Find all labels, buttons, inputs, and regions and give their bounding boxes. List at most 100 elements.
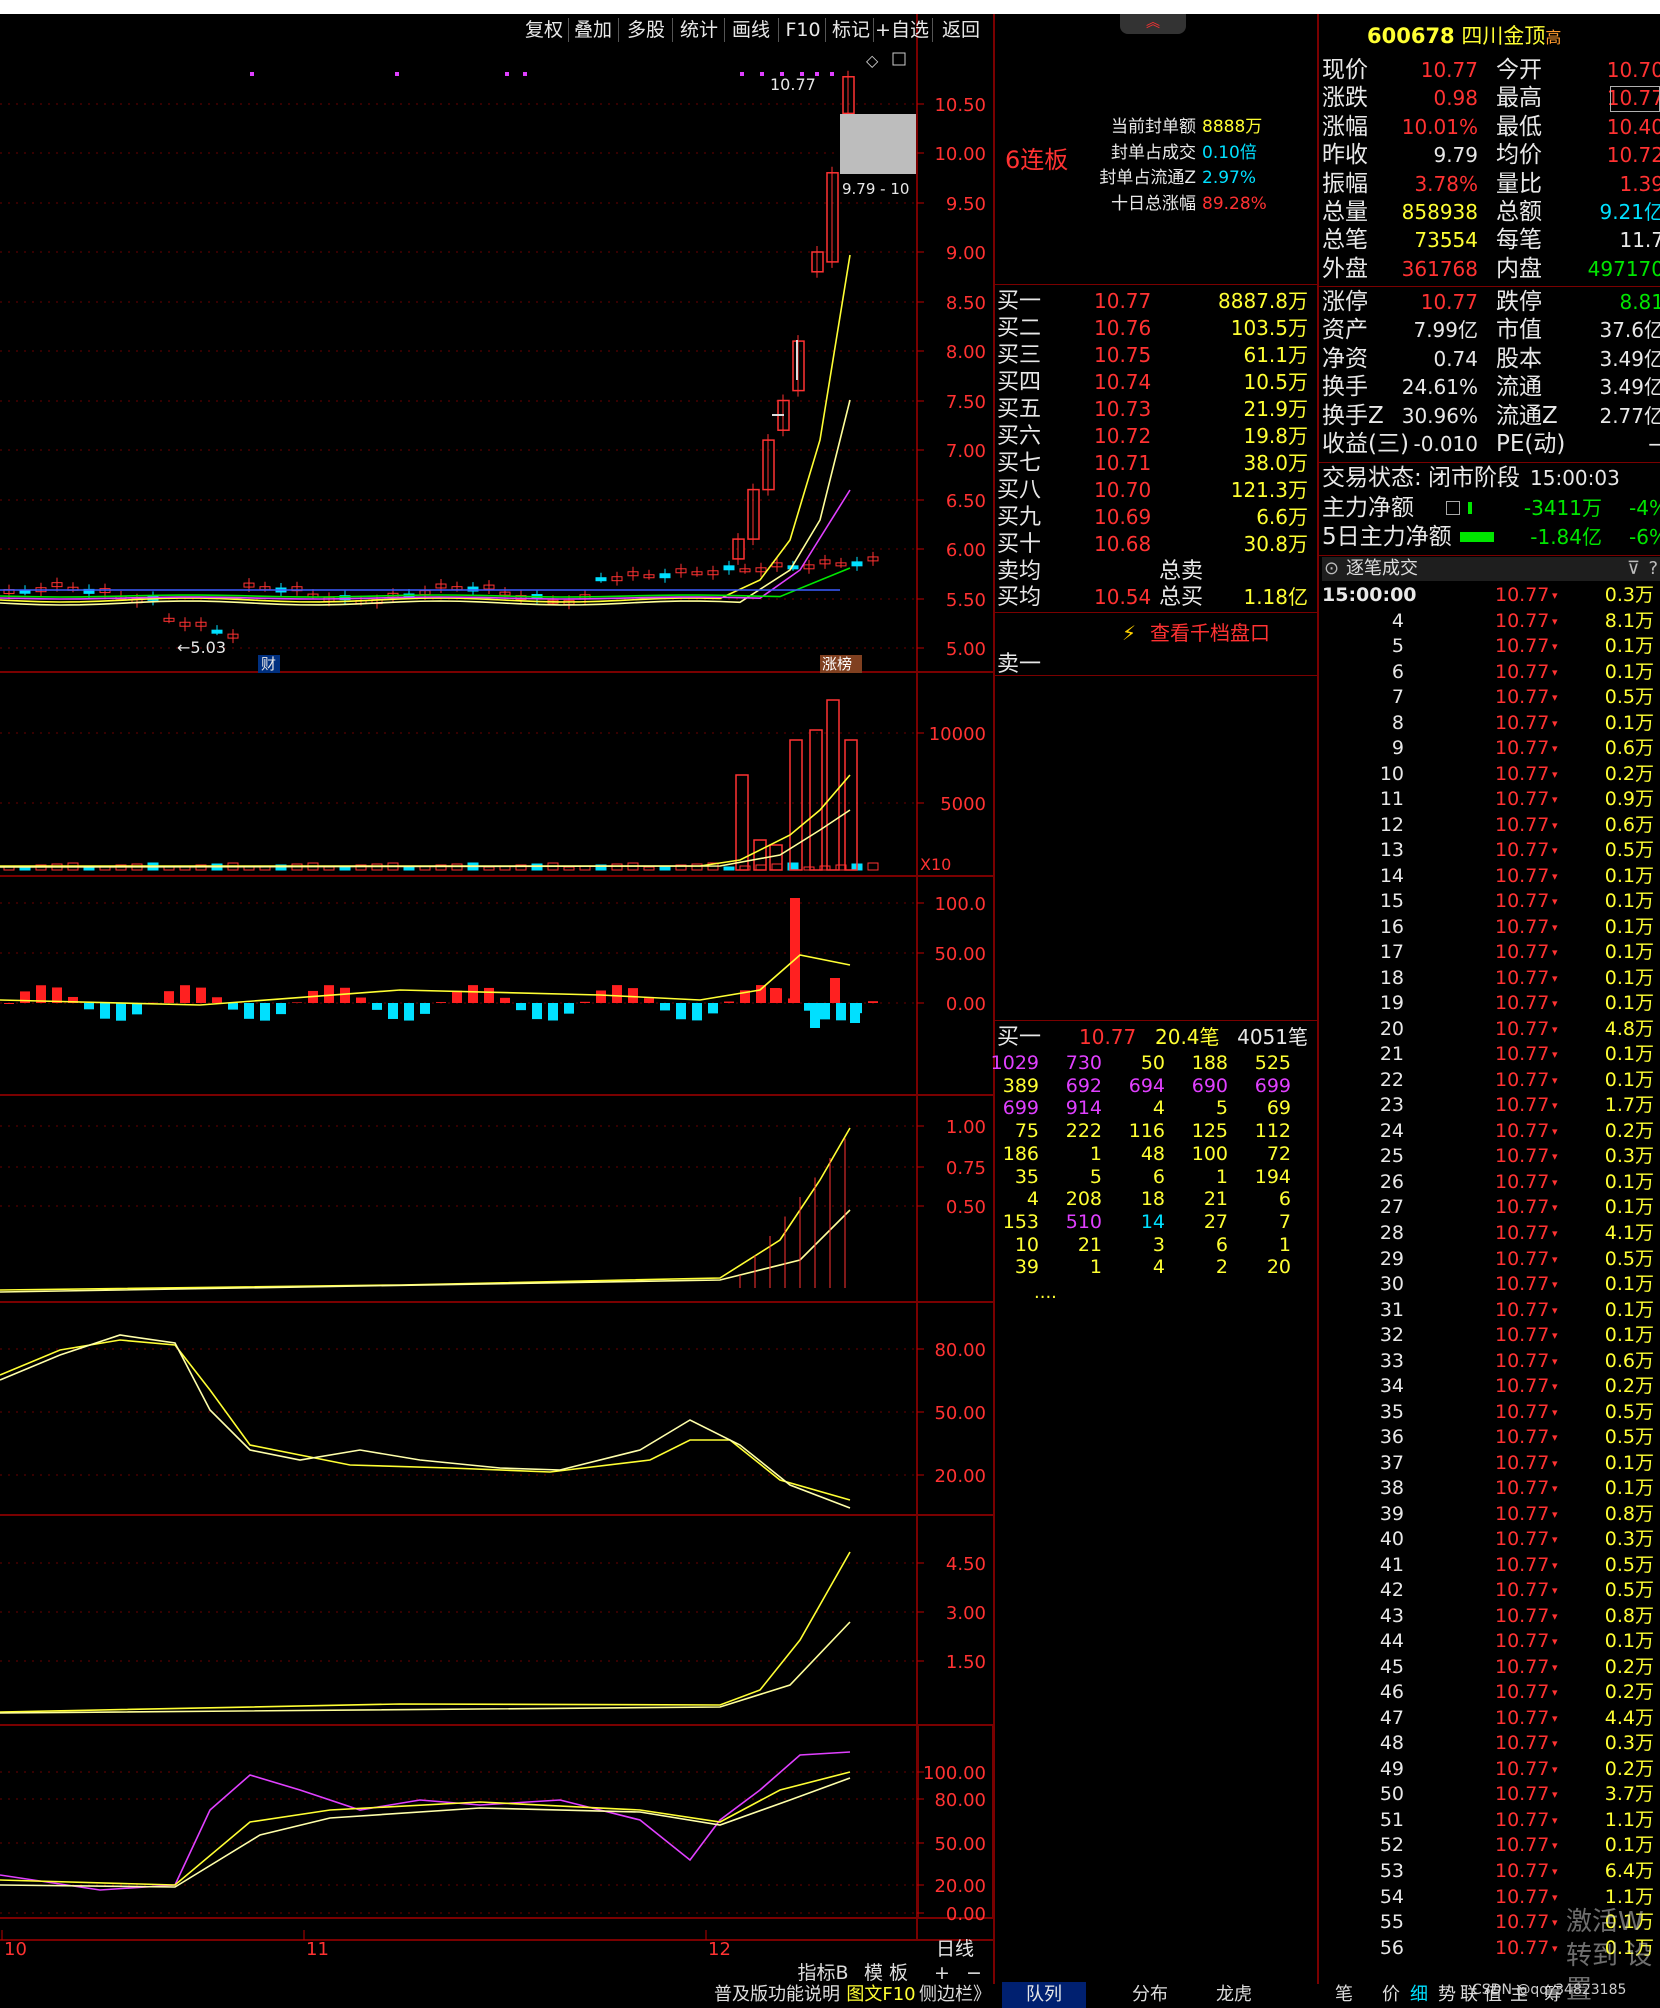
down-arrow-icon: ▾ <box>1552 946 1558 960</box>
tick-row: 14 10.77 ▾ 0.1万 <box>1322 864 1660 890</box>
tick-volume: 4.4万 <box>1604 1706 1654 1729</box>
toolbar-button-0[interactable]: 复权 <box>520 16 568 44</box>
status-time: 15:00:03 <box>1530 466 1620 490</box>
bottom-tab-3[interactable]: 队列 <box>1002 1982 1086 2008</box>
bottom-tab-11[interactable]: 值 <box>1480 1982 1506 2008</box>
tick-time: 17 <box>1379 941 1404 964</box>
macd-bar <box>452 990 462 1003</box>
down-arrow-icon: ▾ <box>1552 767 1558 781</box>
bottom-tab-2[interactable]: 侧边栏》 <box>918 1982 992 2008</box>
bid-row[interactable]: 买四 10.74 10.5万 <box>997 369 1312 396</box>
tick-row: 39 10.77 ▾ 0.8万 <box>1322 1502 1660 1528</box>
seal-label: 封单占流通Z <box>1099 168 1196 188</box>
quote-label: 外盘 <box>1322 256 1368 282</box>
bid-row[interactable]: 买八 10.70 121.3万 <box>997 477 1312 504</box>
candle-body <box>851 561 863 567</box>
bottom-tab-6[interactable]: 笔 <box>1312 1982 1376 2008</box>
tick-row: 13 10.77 ▾ 0.5万 <box>1322 838 1660 864</box>
filter-icon[interactable]: ⊽ <box>1627 557 1640 581</box>
tick-price: 10.77 <box>1495 737 1550 760</box>
queue-cell: 112 <box>1254 1120 1291 1143</box>
bottom-tab-12[interactable]: 主 <box>1506 1982 1532 2008</box>
quote-label: 总量 <box>1322 199 1368 225</box>
bid-row[interactable]: 买七 10.71 38.0万 <box>997 450 1312 477</box>
queue-cell: 18 <box>1140 1188 1165 1211</box>
tick-volume: 0.5万 <box>1604 1553 1654 1576</box>
bid-row[interactable]: 买一 10.77 8887.8万 <box>997 288 1312 315</box>
bottom-tab-8[interactable]: 细 <box>1406 1982 1432 2008</box>
tick-time: 13 <box>1379 839 1404 862</box>
down-arrow-icon: ▾ <box>1552 1916 1558 1930</box>
bottom-tab-13[interactable]: 筹 <box>1540 1982 1566 2008</box>
help-icon[interactable]: ? <box>1648 557 1658 581</box>
bid-row[interactable]: 买五 10.73 21.9万 <box>997 396 1312 423</box>
queue-cell: 6 <box>1215 1233 1228 1256</box>
pane-toggle-icon <box>892 52 906 66</box>
tick-volume: 0.1万 <box>1604 1451 1654 1474</box>
ind6-axis-tick-label: 20.00 <box>934 1876 986 1897</box>
toolbar-button-7[interactable]: +自选 <box>872 16 932 44</box>
queue-cell: 5 <box>1215 1097 1228 1120</box>
bid-row[interactable]: 买十 10.68 30.8万 <box>997 531 1312 558</box>
bottom-tab-5[interactable]: 龙虎 <box>1186 1982 1282 2008</box>
bottom-tab-4[interactable]: 分布 <box>1106 1982 1194 2008</box>
queue-row: 10 21 3 6 1 <box>997 1234 1312 1257</box>
toolbar-sep <box>672 18 673 42</box>
candle-body <box>595 577 607 582</box>
bid-row[interactable]: 买六 10.72 19.8万 <box>997 423 1312 450</box>
toolbar-button-2[interactable]: 多股 <box>620 16 672 44</box>
quote-label: 今开 <box>1496 57 1542 83</box>
bottom-tab-1[interactable]: 图文F10 <box>844 1982 918 2008</box>
collapse-icon[interactable]: ⊙ <box>1324 557 1339 581</box>
volume-bar <box>643 866 655 871</box>
flow-value: -3411万 <box>1523 496 1602 520</box>
ind5-axis-tick-label: 3.00 <box>946 1603 986 1624</box>
tick-price: 10.77 <box>1495 1477 1550 1500</box>
bid-row[interactable]: 买三 10.75 61.1万 <box>997 342 1312 369</box>
bid-price: 10.77 <box>1094 289 1152 313</box>
candle-body <box>723 565 735 571</box>
bottom-tab-10[interactable]: 联 <box>1456 1982 1482 2008</box>
collapse-handle[interactable]: ︽ <box>1120 14 1186 34</box>
toolbar-button-6[interactable]: 标记 <box>829 16 873 44</box>
thousand-depth-text[interactable]: 查看千档盘口 <box>1150 621 1270 645</box>
tick-volume: 0.1万 <box>1604 635 1654 658</box>
ind4-axis-tick-label: 50.00 <box>934 1403 986 1424</box>
macd-bar <box>790 898 800 1003</box>
queue-cell: 525 <box>1254 1052 1291 1074</box>
toolbar-button-5[interactable]: F10 <box>781 16 825 44</box>
tick-time: 42 <box>1379 1579 1404 1602</box>
tick-time: 43 <box>1379 1604 1404 1627</box>
down-arrow-icon: ▾ <box>1552 1175 1558 1189</box>
toolbar-button-1[interactable]: 叠加 <box>568 16 618 44</box>
tick-volume: 0.1万 <box>1604 1273 1654 1296</box>
quote-value: 3.49亿 <box>1599 347 1660 371</box>
queue-cell: 186 <box>1002 1142 1039 1165</box>
macd-bar <box>516 1003 526 1011</box>
seal-row: 十日总涨幅 89.28% <box>1098 189 1267 214</box>
tick-row: 17 10.77 ▾ 0.1万 <box>1322 940 1660 966</box>
toolbar-button-4[interactable]: 画线 <box>724 16 778 44</box>
toolbar-button-3[interactable]: 统计 <box>674 16 724 44</box>
quote-value: 73554 <box>1414 228 1478 252</box>
bottom-tab-0[interactable]: 普及版功能说明 <box>712 1982 842 2008</box>
tick-price: 10.77 <box>1495 609 1550 632</box>
toolbar-sep <box>825 18 826 42</box>
chart-canvas[interactable]: 10.50 10.00 9.50 9.00 8.50 8.00 7.50 7.00 6.50 6.… <box>0 14 995 2008</box>
tick-time: 44 <box>1379 1630 1404 1653</box>
price-axis-tick-label: 6.00 <box>946 540 986 561</box>
bottom-tab-7[interactable]: 价 <box>1378 1982 1404 2008</box>
macd-bar <box>276 1003 286 1015</box>
bid-row[interactable]: 买九 10.69 6.6万 <box>997 504 1312 531</box>
quote-label: 股本 <box>1496 346 1542 372</box>
down-arrow-icon: ▾ <box>1552 1099 1558 1113</box>
ind6-axis-tick-label: 100.00 <box>923 1763 986 1784</box>
tick-price: 10.77 <box>1495 584 1550 606</box>
queue-cell: 4 <box>1026 1188 1039 1211</box>
bid-row[interactable]: 买二 10.76 103.5万 <box>997 315 1312 342</box>
toolbar-button-8[interactable]: 返回 <box>935 16 987 44</box>
thousand-depth-link[interactable]: ⚡ 查看千档盘口 <box>1122 617 1270 646</box>
tag-zhangbang: 涨榜 <box>822 655 852 673</box>
tick-volume: 0.1万 <box>1604 890 1654 913</box>
vol-ma10 <box>0 809 851 868</box>
